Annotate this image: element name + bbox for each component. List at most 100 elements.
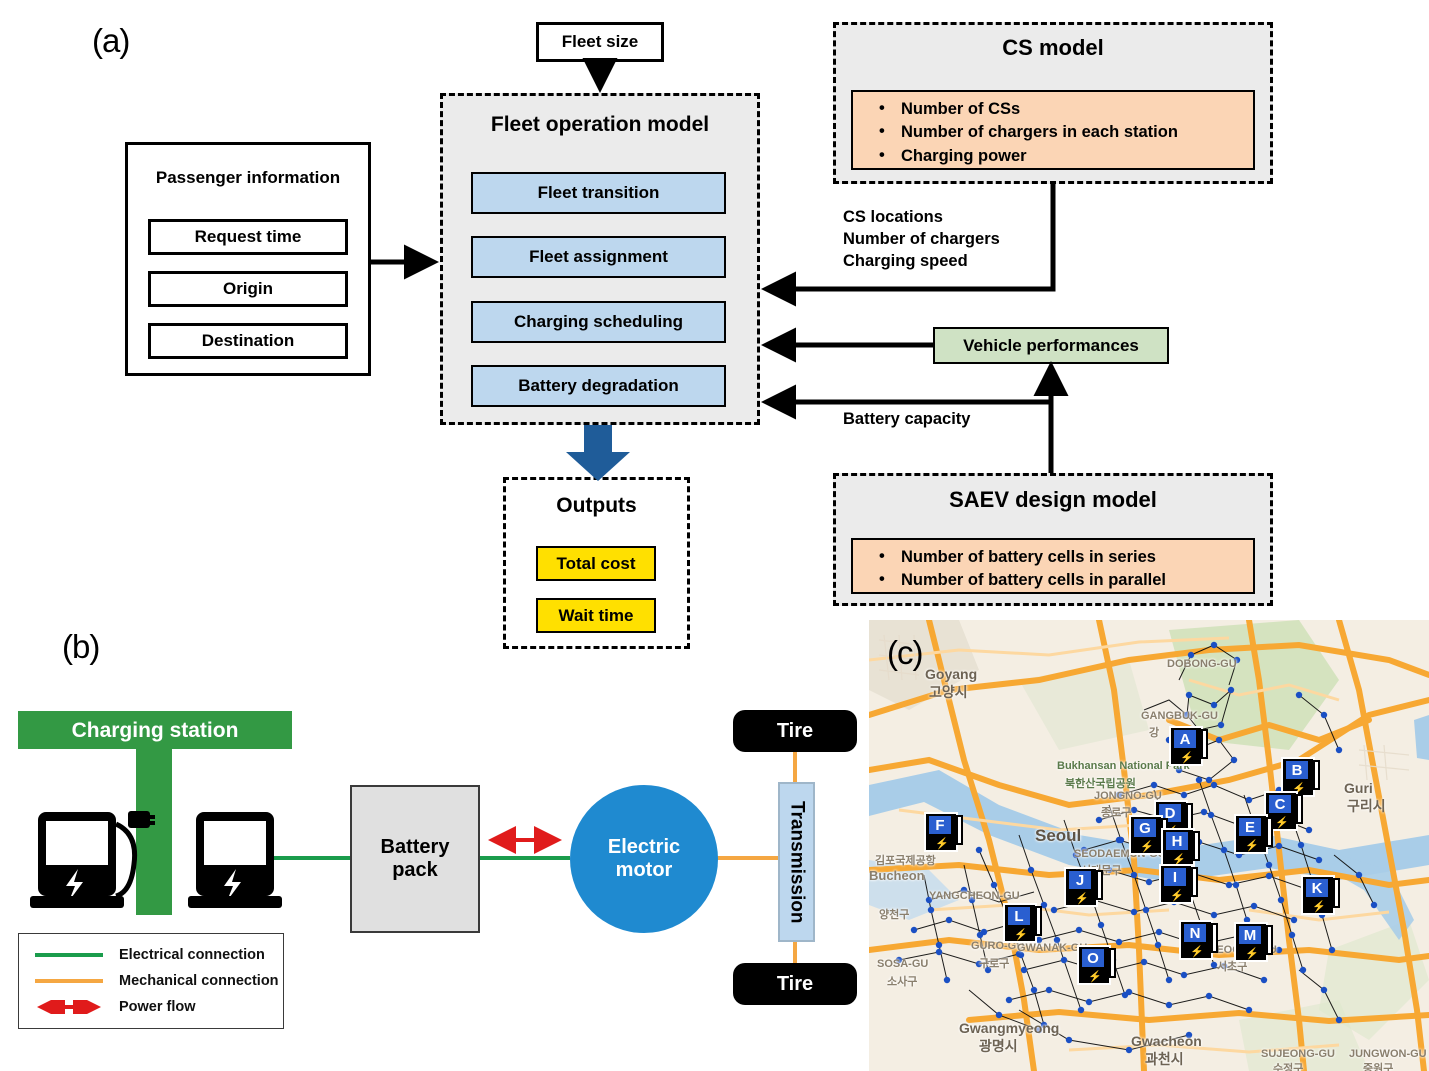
bolt-icon: ⚡	[1275, 817, 1289, 829]
transmission-box: Transmission	[778, 782, 815, 942]
map-place-label: DOBONG-GU	[1167, 658, 1237, 670]
cs-marker-letter: E	[1239, 818, 1261, 836]
saev-model-bullet: Number of battery cells in series	[875, 545, 1243, 569]
passenger-information-title: Passenger information	[155, 168, 341, 187]
passenger-item-destination: Destination	[148, 323, 348, 359]
map-place-sublabel: 종로구	[1101, 807, 1132, 819]
mechanical-connection-icon	[33, 974, 105, 988]
tire-label: Tire	[776, 972, 814, 995]
powertrain-legend: Electrical connection Mechanical connect…	[18, 933, 284, 1029]
passenger-item-label: Origin	[222, 279, 274, 298]
map-place-sublabel: 양천구	[879, 909, 910, 921]
panel-b-label: (b)	[62, 628, 100, 665]
tire-bottom-box: Tire	[733, 963, 857, 1005]
battery-capacity-arrow-label: Battery capacity	[843, 410, 971, 428]
bolt-icon: ⚡	[1088, 971, 1102, 983]
charger-pole-icon	[1266, 925, 1273, 955]
seoul-network-map[interactable]: Goyang 고양시 Guri 구리시 Gwangmyeong 광명시 Gwac…	[869, 620, 1429, 1071]
fleet-size-label: Fleet size	[561, 32, 639, 51]
output-item-label: Total cost	[556, 553, 636, 573]
map-place-sublabel: 소사구	[887, 976, 918, 988]
cs-marker-m[interactable]: M ⚡	[1234, 922, 1273, 962]
charger-pole-icon	[1109, 948, 1116, 978]
legend-row-power-flow: Power flow	[33, 993, 283, 1021]
charger-pole-icon	[1201, 729, 1208, 759]
electric-motor-label-line2: motor	[615, 859, 673, 881]
vehicle-performances-box: Vehicle performances	[933, 327, 1169, 364]
cs-marker-i[interactable]: I ⚡	[1159, 864, 1198, 904]
battery-pack-box: Battery pack	[350, 785, 480, 933]
map-place-sublabel: 과천시	[1145, 1051, 1184, 1067]
cs-marker-h[interactable]: H ⚡	[1161, 828, 1200, 868]
cs-marker-letter: J	[1069, 871, 1091, 889]
tire-label: Tire	[776, 719, 814, 742]
saev-model-bullets: Number of battery cells in series Number…	[851, 538, 1255, 594]
map-place-label: Bucheon	[869, 868, 925, 883]
bolt-icon: ⚡	[1190, 946, 1204, 958]
cs-marker-letter: G	[1134, 819, 1156, 837]
passenger-item-label: Request time	[194, 227, 302, 246]
electric-motor-label-line1: Electric	[607, 836, 681, 858]
cs-marker-g[interactable]: G ⚡	[1129, 815, 1168, 855]
map-place-label: JONGNO-GU	[1094, 790, 1162, 802]
charger-pole-icon	[1191, 867, 1198, 897]
panel-a-label: (a)	[92, 22, 130, 59]
cs-marker-letter: F	[929, 816, 951, 834]
electrical-connection-icon	[33, 948, 105, 962]
transmission-label: Transmission	[786, 800, 808, 924]
output-item-total-cost: Total cost	[536, 546, 656, 581]
cs-marker-letter: C	[1269, 795, 1291, 813]
cs-marker-j[interactable]: J ⚡	[1064, 867, 1103, 907]
legend-label: Mechanical connection	[119, 973, 279, 989]
charger-pole-icon	[1266, 817, 1273, 847]
fleet-operation-item-charging-scheduling: Charging scheduling	[471, 301, 726, 343]
map-place-sublabel: 중원구	[1363, 1063, 1394, 1071]
map-place-label: Goyang	[925, 666, 978, 682]
charging-station-pillar	[136, 749, 172, 915]
cs-marker-e[interactable]: E ⚡	[1234, 814, 1273, 854]
map-place-label: Gwacheon	[1131, 1033, 1202, 1049]
legend-label: Power flow	[119, 999, 196, 1015]
cs-marker-letter: L	[1008, 907, 1030, 925]
fleet-operation-item-fleet-transition: Fleet transition	[471, 172, 726, 214]
cs-marker-letter: K	[1306, 879, 1328, 897]
tire-top-box: Tire	[733, 710, 857, 752]
cs-model-bullets: Number of CSs Number of chargers in each…	[851, 90, 1255, 170]
electric-motor-circle: Electric motor	[570, 785, 718, 933]
saev-design-model-title: SAEV design model	[949, 487, 1157, 512]
legend-label: Electrical connection	[119, 947, 265, 963]
map-place-sublabel: 구로구	[979, 958, 1010, 970]
bolt-icon: ⚡	[1312, 901, 1326, 913]
fleet-operation-item-label: Charging scheduling	[513, 312, 684, 331]
charger-pole-icon	[1313, 760, 1320, 790]
bolt-icon: ⚡	[1075, 893, 1089, 905]
cs-marker-letter: O	[1082, 949, 1104, 967]
cs-model-bullet: Number of chargers in each station	[875, 120, 1243, 144]
cs-marker-a[interactable]: A ⚡	[1169, 726, 1208, 766]
saev-model-bullet: Number of battery cells in parallel	[875, 568, 1243, 592]
legend-row-mechanical: Mechanical connection	[33, 968, 283, 994]
map-place-sublabel: 수정구	[1273, 1063, 1304, 1071]
bolt-icon: ⚡	[935, 838, 949, 850]
cs-marker-n[interactable]: N ⚡	[1179, 920, 1218, 960]
cs-marker-letter: N	[1184, 924, 1206, 942]
cs-marker-k[interactable]: K ⚡	[1301, 875, 1340, 915]
charger-pole-icon	[1096, 870, 1103, 900]
map-place-label: JUNGWON-GU	[1349, 1048, 1427, 1060]
cs-marker-f[interactable]: F ⚡	[924, 812, 963, 852]
bolt-icon: ⚡	[1180, 752, 1194, 764]
map-place-sublabel: 광명시	[979, 1038, 1018, 1054]
cs-model-bullet: Charging power	[875, 144, 1243, 168]
cs-marker-o[interactable]: O ⚡	[1077, 945, 1116, 985]
cs-marker-letter: B	[1286, 761, 1308, 779]
fleet-operation-item-fleet-assignment: Fleet assignment	[471, 236, 726, 278]
bolt-icon: ⚡	[1014, 929, 1028, 941]
cs-marker-l[interactable]: L ⚡	[1003, 903, 1042, 943]
map-place-sublabel: 구리시	[1347, 798, 1386, 814]
bolt-icon: ⚡	[1245, 948, 1259, 960]
charger-pole-icon	[1193, 831, 1200, 861]
passenger-item-label: Destination	[201, 331, 295, 350]
charger-pole-icon	[1296, 794, 1303, 824]
battery-pack-label-line1: Battery	[380, 836, 450, 858]
fleet-operation-model-title: Fleet operation model	[490, 113, 710, 136]
